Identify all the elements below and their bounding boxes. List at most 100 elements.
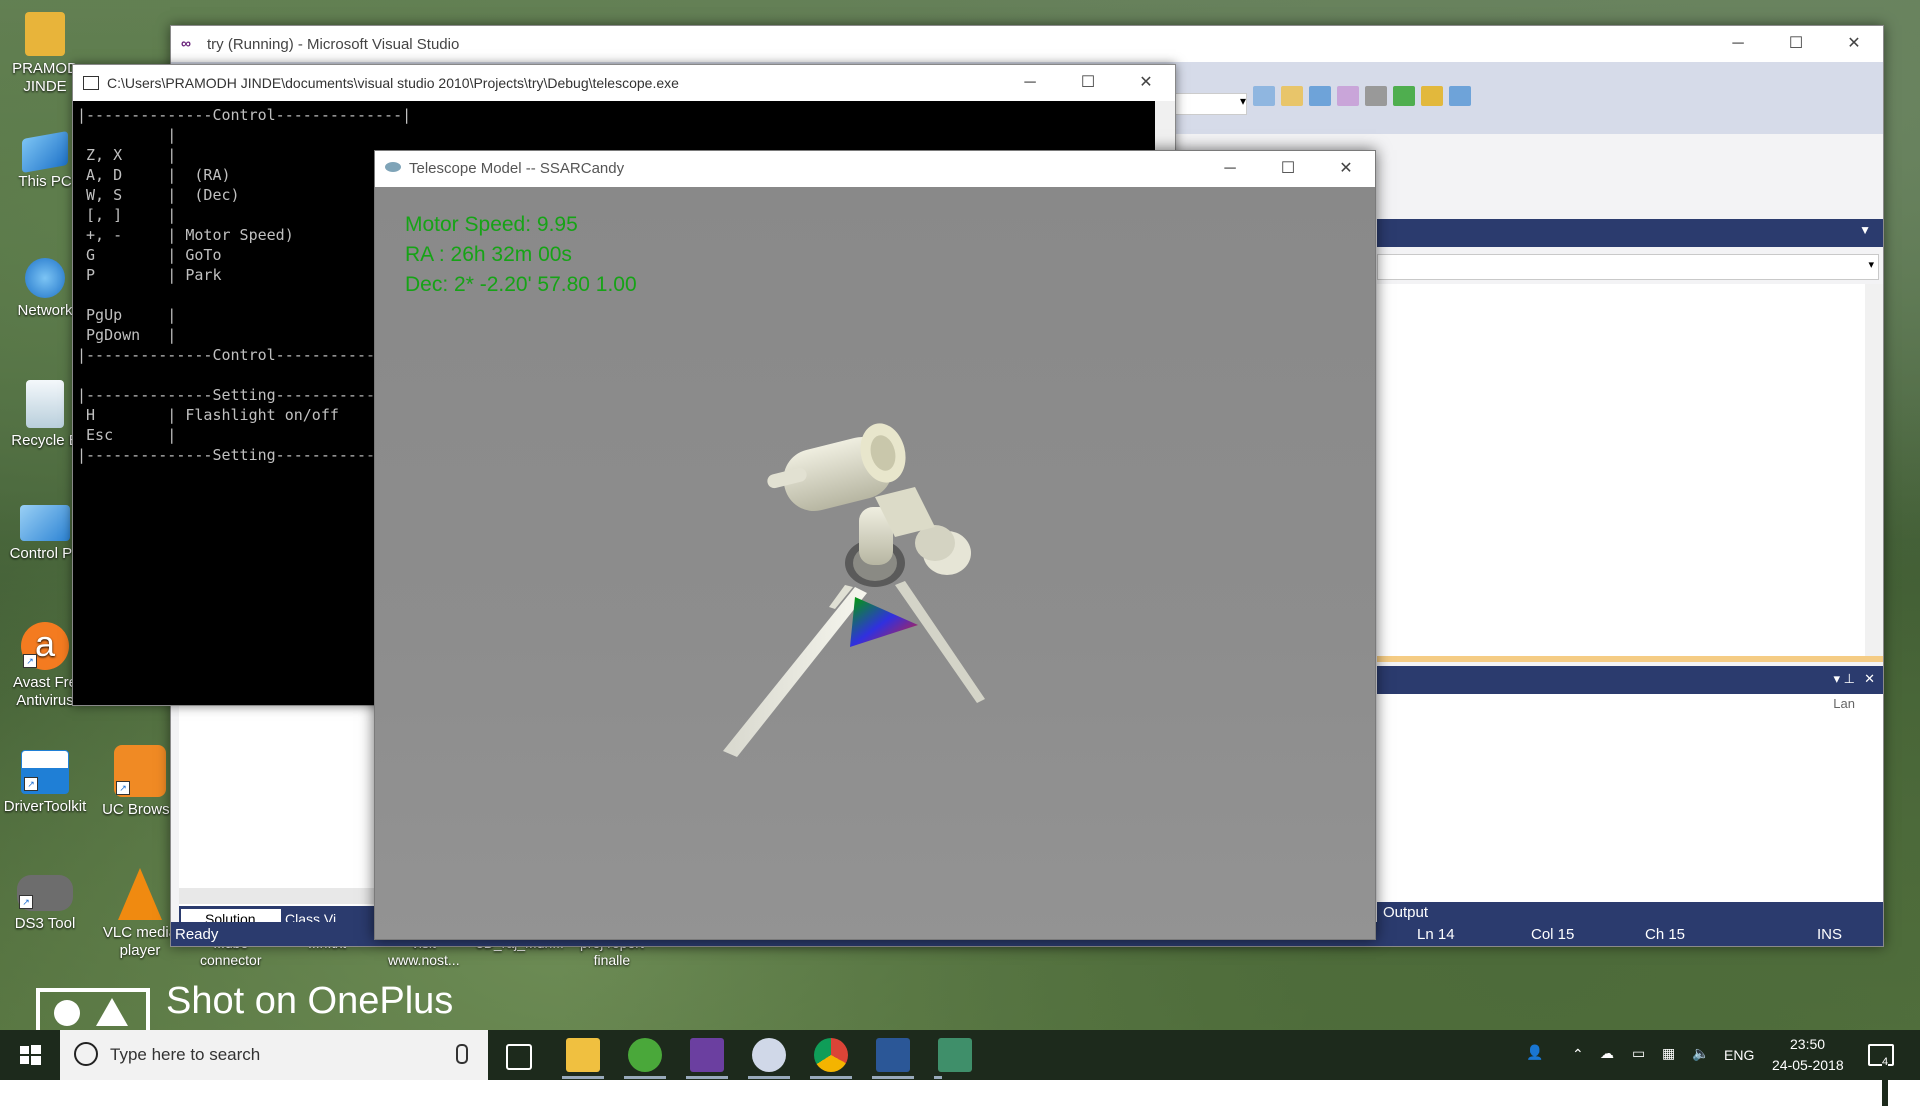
- chevron-down-icon[interactable]: ▼: [1859, 223, 1871, 237]
- tripod-leg: [895, 581, 985, 703]
- people-icon[interactable]: 👤: [1526, 1044, 1543, 1094]
- vs-output-header: ▾ ⊥ ✕: [1377, 666, 1883, 694]
- network-icon[interactable]: ▦: [1662, 1045, 1675, 1095]
- avast-icon: a ↗: [21, 622, 69, 670]
- visual-studio-icon[interactable]: [690, 1038, 724, 1072]
- vs-window-title: try (Running) - Microsoft Visual Studio: [207, 36, 460, 53]
- visual-studio-logo-icon: ∞: [181, 35, 191, 51]
- language-indicator[interactable]: ENG: [1724, 1047, 1754, 1097]
- app-icon: [385, 162, 401, 172]
- toolbar-tools-icon[interactable]: [1365, 86, 1387, 106]
- shortcut-arrow-icon: ↗: [19, 895, 33, 909]
- console-window-title: C:\Users\PRAMODH JINDE\documents\visual …: [107, 75, 679, 91]
- status-insert-mode: INS: [1817, 926, 1843, 943]
- vs-panel-header: ▼: [1377, 219, 1883, 247]
- toolbar-extensions-icon[interactable]: [1421, 86, 1443, 106]
- toolbar-properties-icon[interactable]: [1337, 86, 1359, 106]
- minimize-button[interactable]: ─: [1201, 151, 1259, 187]
- vs-code-editor[interactable]: [1377, 284, 1883, 656]
- control-panel-icon: [20, 505, 70, 541]
- search-input[interactable]: Type here to search: [60, 1030, 488, 1080]
- chevron-up-icon[interactable]: ⌃: [1572, 1046, 1584, 1096]
- word-icon[interactable]: [876, 1038, 910, 1072]
- recycle-bin-icon: [26, 380, 64, 428]
- maximize-button[interactable]: ☐: [1767, 26, 1825, 62]
- computer-icon: [22, 130, 68, 174]
- taskbar: Type here to search 👤 ⌃ ☁ ▭ ▦ 🔈 ENG 23:5…: [0, 1030, 1920, 1106]
- folder-icon: [25, 12, 65, 56]
- close-button[interactable]: ✕: [1317, 151, 1375, 187]
- shortcut-arrow-icon: ↗: [116, 781, 130, 795]
- toolbar-find-icon[interactable]: [1253, 86, 1275, 106]
- active-app-indicator: [562, 1076, 942, 1079]
- uc-browser-icon: ↗: [114, 745, 166, 797]
- utorrent-icon[interactable]: [628, 1038, 662, 1072]
- opengl-canvas[interactable]: Motor Speed: 9.95 RA : 26h 32m 00s Dec: …: [375, 187, 1375, 939]
- status-ready: Ready: [175, 926, 219, 943]
- axis-indicator: [850, 597, 918, 647]
- search-icon: [74, 1042, 98, 1066]
- chevron-down-icon: ▾: [1868, 259, 1874, 271]
- drivertoolkit-icon: ↗: [21, 750, 69, 794]
- telescope-title-bar[interactable]: Telescope Model -- SSARCandy ─ ☐ ✕: [375, 151, 1375, 187]
- toolbar-comment-icon[interactable]: [1449, 86, 1471, 106]
- vs-toolbar-dropdown[interactable]: ▾: [1175, 93, 1247, 115]
- status-line: Ln 14: [1417, 926, 1455, 943]
- vs-title-bar[interactable]: ∞ try (Running) - Microsoft Visual Studi…: [171, 26, 1883, 63]
- desktop-icon-ds3-tool[interactable]: ↗ DS3 Tool: [0, 875, 95, 933]
- task-view-icon[interactable]: [506, 1044, 532, 1070]
- maximize-button[interactable]: ☐: [1059, 65, 1117, 101]
- console-title-bar[interactable]: C:\Users\PRAMODH JINDE\documents\visual …: [73, 65, 1175, 101]
- status-char: Ch 15: [1645, 926, 1686, 943]
- vs-solution-panel[interactable]: [179, 706, 379, 906]
- vs-separator: [1377, 656, 1883, 662]
- tab-output-label: Output: [1383, 904, 1429, 921]
- telescope-window-title: Telescope Model -- SSARCandy: [409, 160, 625, 177]
- close-button[interactable]: ✕: [1117, 65, 1175, 101]
- search-placeholder: Type here to search: [110, 1045, 261, 1064]
- onedrive-icon[interactable]: ☁: [1600, 1045, 1614, 1095]
- pin-icon[interactable]: ▾ ⊥: [1834, 671, 1855, 687]
- console-app-icon: [83, 76, 99, 90]
- vertical-scrollbar[interactable]: [1865, 284, 1883, 656]
- status-column: Col 15: [1531, 926, 1575, 943]
- telescope-model-render: [723, 423, 985, 757]
- start-button[interactable]: [0, 1030, 60, 1080]
- close-icon[interactable]: ✕: [1864, 671, 1875, 687]
- desktop-icon-label: DriverToolkit: [3, 798, 87, 815]
- toolbar-export-icon[interactable]: [1393, 86, 1415, 106]
- network-icon: [25, 258, 65, 298]
- microphone-icon[interactable]: [456, 1044, 468, 1064]
- vs-panel-dropdown[interactable]: ▾: [1377, 254, 1879, 280]
- notification-count-badge: 4: [1882, 1056, 1889, 1106]
- output-lang-label: Lan: [1833, 696, 1855, 711]
- minimize-button[interactable]: ─: [1001, 65, 1059, 101]
- close-button[interactable]: ✕: [1825, 26, 1883, 62]
- desktop-icon-label: DS3 Tool: [14, 915, 76, 932]
- notifications-icon[interactable]: [1868, 1044, 1894, 1066]
- vlc-cone-icon: [118, 868, 162, 920]
- toolbar-folder-icon[interactable]: [1281, 86, 1303, 106]
- shortcut-arrow-icon: ↗: [23, 654, 37, 668]
- tripod-leg: [723, 587, 867, 757]
- battery-icon[interactable]: ▭: [1632, 1045, 1645, 1095]
- telescope-model-window: Telescope Model -- SSARCandy ─ ☐ ✕ Motor…: [374, 150, 1376, 940]
- minimize-button[interactable]: ─: [1709, 26, 1767, 62]
- camera-logo-icon: [36, 988, 150, 1034]
- file-explorer-icon[interactable]: [566, 1038, 600, 1072]
- vs-output-panel[interactable]: Lan: [1377, 694, 1883, 902]
- tab-output[interactable]: Output: [1377, 902, 1883, 924]
- clock-date[interactable]: 24-05-2018: [1772, 1057, 1844, 1107]
- horizontal-scrollbar[interactable]: [179, 888, 379, 904]
- paint-icon[interactable]: [752, 1038, 786, 1072]
- watermark-text: Shot on OnePlus: [166, 980, 454, 1022]
- chrome-icon[interactable]: [814, 1038, 848, 1072]
- shortcut-arrow-icon: ↗: [24, 777, 38, 791]
- desktop-icon-drivertoolkit[interactable]: ↗ DriverToolkit: [0, 750, 95, 816]
- toolbar-window-icon[interactable]: [1309, 86, 1331, 106]
- volume-icon[interactable]: 🔈: [1692, 1045, 1709, 1095]
- console-app-taskbar-icon[interactable]: [938, 1038, 972, 1072]
- windows-logo-icon: [20, 1045, 41, 1065]
- gamepad-icon: ↗: [17, 875, 73, 911]
- maximize-button[interactable]: ☐: [1259, 151, 1317, 187]
